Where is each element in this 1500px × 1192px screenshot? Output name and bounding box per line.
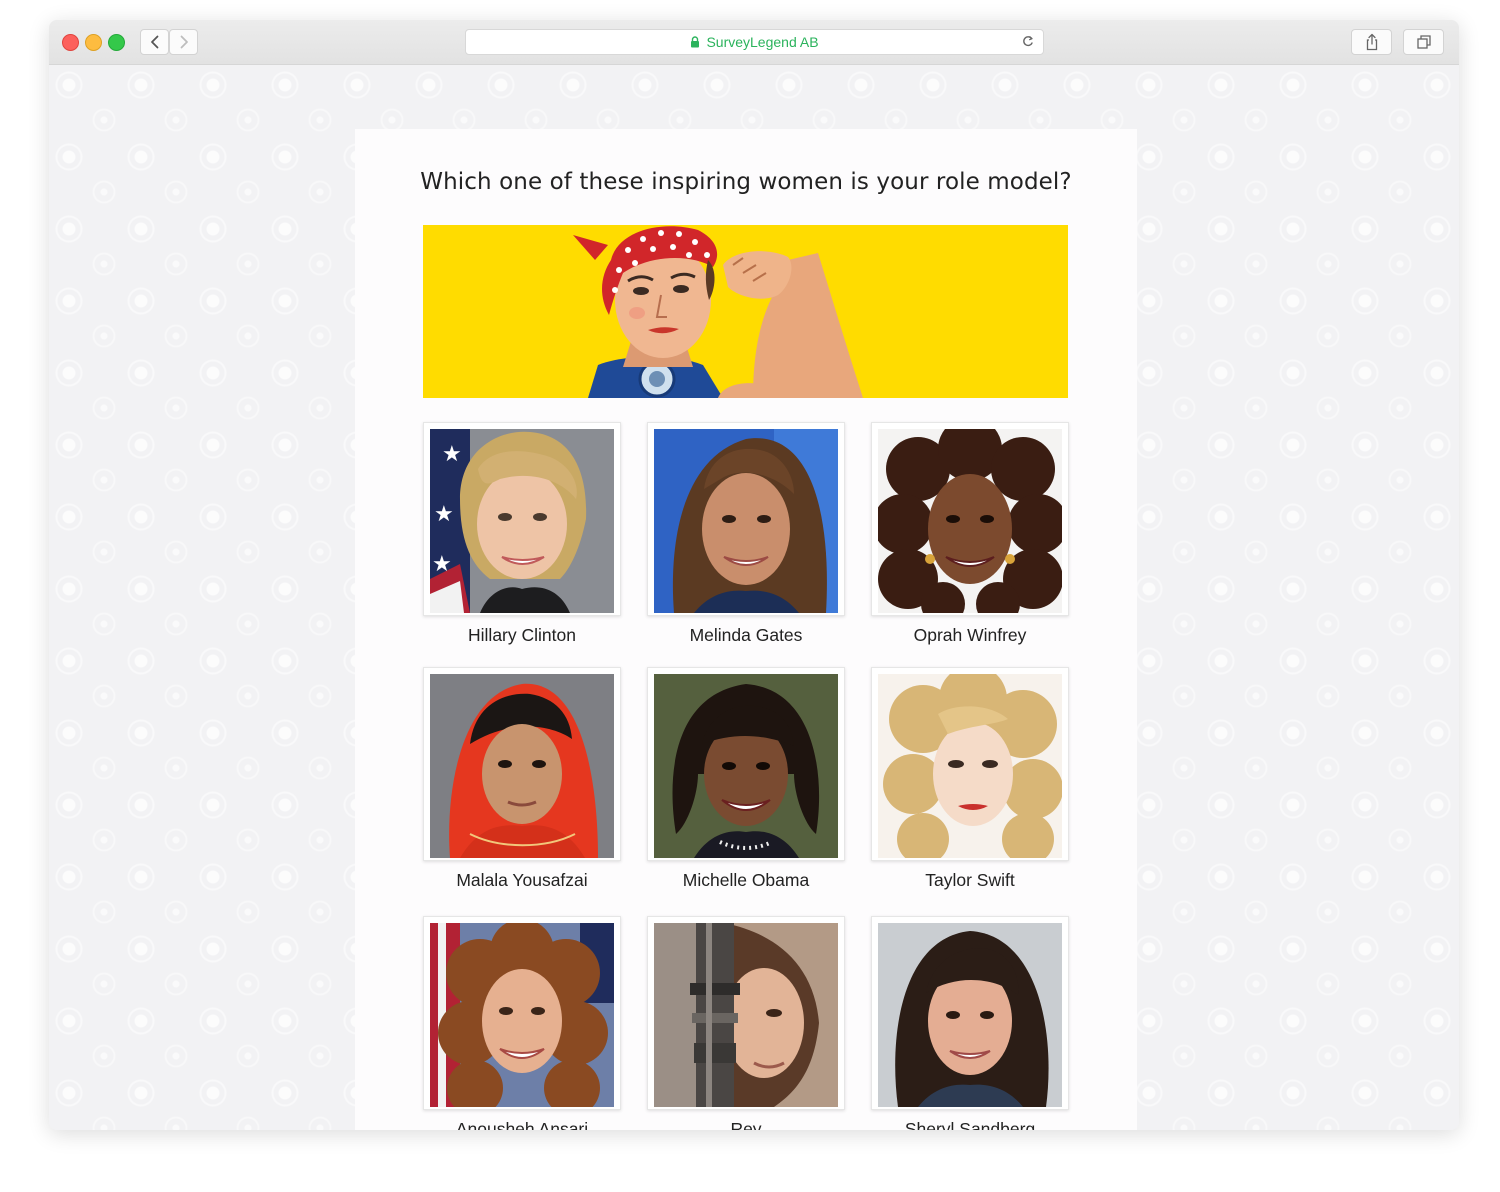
choice-taylor-swift[interactable]: Taylor Swift bbox=[871, 667, 1069, 895]
choice-label: Hillary Clinton bbox=[468, 625, 576, 645]
portrait-image bbox=[878, 429, 1062, 613]
portrait-image: ★ ★ ★ bbox=[430, 429, 614, 613]
browser-toolbar: SurveyLegend AB bbox=[49, 20, 1459, 65]
choice-label: Rey bbox=[730, 1119, 762, 1130]
reload-icon[interactable] bbox=[1021, 34, 1035, 48]
page-background: Which one of these inspiring women is yo… bbox=[49, 65, 1459, 1130]
minimize-window-button[interactable] bbox=[85, 34, 102, 51]
choice-michelle-obama[interactable]: Michelle Obama bbox=[647, 667, 845, 895]
svg-text:★: ★ bbox=[434, 501, 454, 526]
close-window-button[interactable] bbox=[62, 34, 79, 51]
tabs-icon bbox=[1416, 35, 1431, 49]
survey-panel: Which one of these inspiring women is yo… bbox=[355, 129, 1137, 1130]
question-title: Which one of these inspiring women is yo… bbox=[420, 169, 1072, 195]
show-tabs-button[interactable] bbox=[1403, 29, 1444, 55]
choice-oprah-winfrey[interactable]: Oprah Winfrey bbox=[871, 422, 1069, 650]
share-button[interactable] bbox=[1351, 29, 1392, 55]
choice-label: Anousheh Ansari bbox=[455, 1119, 589, 1130]
site-name: SurveyLegend AB bbox=[706, 34, 819, 50]
choice-photo-frame[interactable] bbox=[647, 667, 845, 861]
choice-sheryl-sandberg[interactable]: Sheryl Sandberg bbox=[871, 916, 1069, 1130]
choice-photo-frame[interactable] bbox=[647, 422, 845, 616]
choice-photo-frame[interactable]: ★ ★ ★ bbox=[423, 422, 621, 616]
rosie-illustration bbox=[423, 225, 1068, 398]
portrait-image bbox=[654, 923, 838, 1107]
choice-photo-frame[interactable] bbox=[423, 916, 621, 1110]
svg-text:★: ★ bbox=[432, 551, 452, 576]
choice-photo-frame[interactable] bbox=[871, 422, 1069, 616]
address-bar[interactable]: SurveyLegend AB bbox=[465, 29, 1044, 55]
chevron-right-icon bbox=[180, 35, 188, 49]
choice-anousheh-ansari[interactable]: Anousheh Ansari bbox=[423, 916, 621, 1130]
choice-label: Melinda Gates bbox=[689, 625, 803, 645]
portrait-image bbox=[654, 674, 838, 858]
zoom-window-button[interactable] bbox=[108, 34, 125, 51]
choice-label: Michelle Obama bbox=[682, 870, 810, 890]
choice-label: Malala Yousafzai bbox=[456, 870, 588, 890]
chevron-left-icon bbox=[150, 35, 158, 49]
portrait-image bbox=[430, 674, 614, 858]
choice-hillary-clinton[interactable]: ★ ★ ★ Hillary Clinton bbox=[423, 422, 621, 650]
back-button[interactable] bbox=[140, 29, 169, 55]
choice-photo-frame[interactable] bbox=[423, 667, 621, 861]
svg-text:★: ★ bbox=[442, 441, 462, 466]
portrait-image bbox=[430, 923, 614, 1107]
choice-rey[interactable]: Rey bbox=[647, 916, 845, 1130]
choice-melinda-gates[interactable]: Melinda Gates bbox=[647, 422, 845, 650]
choice-malala-yousafzai[interactable]: Malala Yousafzai bbox=[423, 667, 621, 895]
portrait-image bbox=[654, 429, 838, 613]
choice-label: Taylor Swift bbox=[925, 870, 1015, 890]
choice-label: Sheryl Sandberg bbox=[904, 1119, 1036, 1130]
choice-photo-frame[interactable] bbox=[871, 916, 1069, 1110]
browser-window: SurveyLegend AB Which one of these inspi… bbox=[49, 20, 1459, 1130]
forward-button[interactable] bbox=[169, 29, 198, 55]
portrait-image bbox=[878, 923, 1062, 1107]
banner-image bbox=[423, 225, 1068, 398]
choice-photo-frame[interactable] bbox=[647, 916, 845, 1110]
portrait-image bbox=[878, 674, 1062, 858]
choice-photo-frame[interactable] bbox=[871, 667, 1069, 861]
share-icon bbox=[1366, 33, 1377, 51]
lock-icon bbox=[691, 36, 700, 48]
choice-label: Oprah Winfrey bbox=[913, 625, 1027, 645]
